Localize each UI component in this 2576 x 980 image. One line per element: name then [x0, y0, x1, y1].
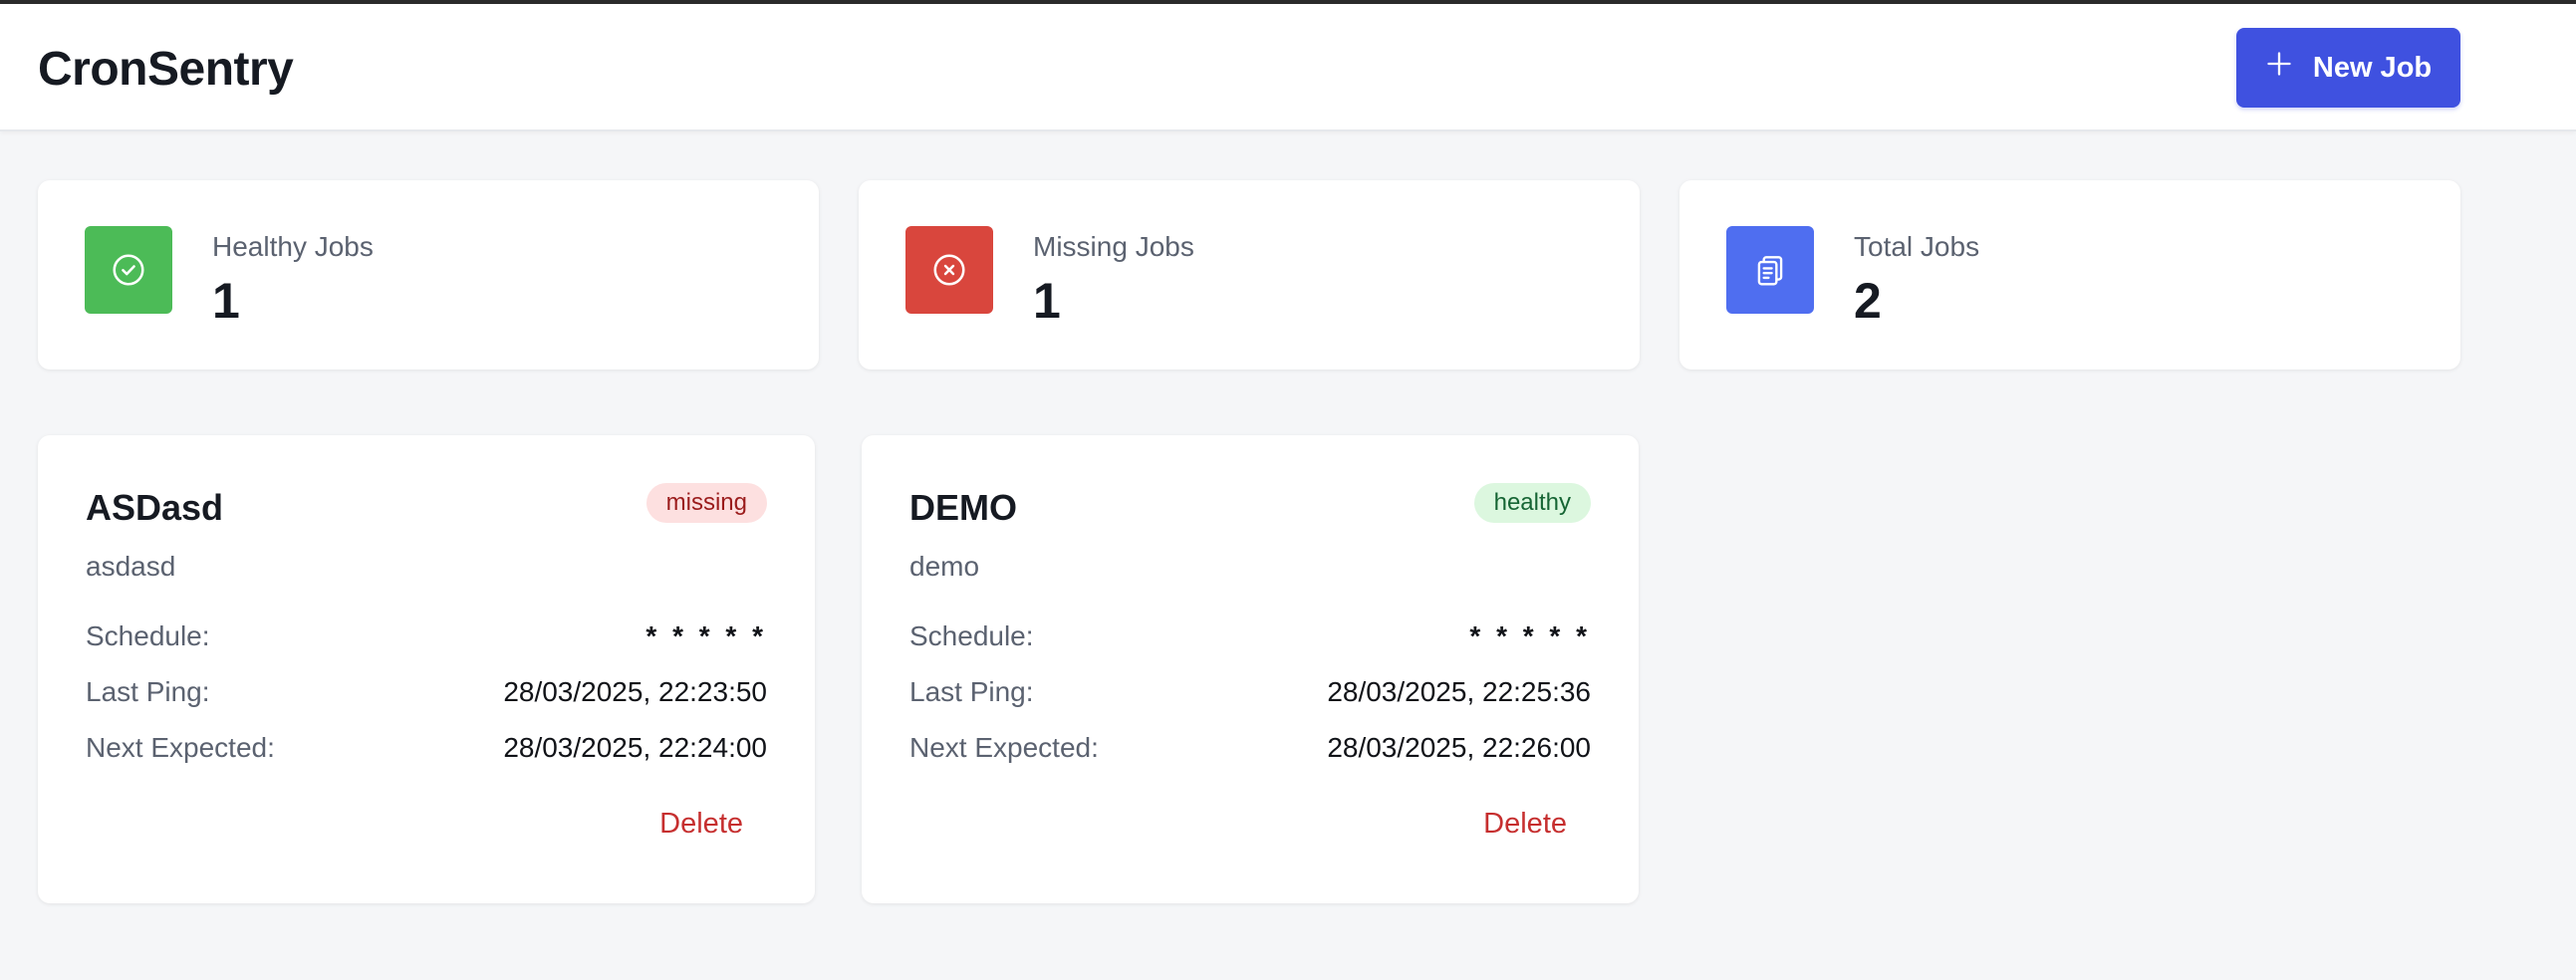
stat-card-total: Total Jobs 2 [1679, 180, 2460, 369]
last-ping-value: 28/03/2025, 22:23:50 [503, 676, 767, 707]
new-job-button-label: New Job [2312, 51, 2433, 84]
schedule-row: Schedule: * * * * * [86, 616, 767, 656]
delete-button[interactable]: Delete [1483, 808, 1567, 841]
delete-button[interactable]: Delete [659, 808, 743, 841]
schedule-value: * * * * * [645, 620, 767, 651]
job-name: ASDasd [86, 487, 224, 528]
job-description: asdasd [86, 551, 176, 582]
stat-value: 1 [1033, 273, 1061, 329]
schedule-row: Schedule: * * * * * [909, 616, 1591, 656]
status-badge: healthy [1473, 483, 1591, 523]
x-circle-icon [905, 226, 993, 314]
schedule-label: Schedule: [86, 620, 210, 651]
next-expected-value: 28/03/2025, 22:24:00 [503, 732, 767, 763]
last-ping-value: 28/03/2025, 22:25:36 [1327, 676, 1591, 707]
next-expected-label: Next Expected: [86, 732, 275, 763]
app-title: CronSentry [38, 43, 294, 96]
last-ping-row: Last Ping: 28/03/2025, 22:25:36 [909, 672, 1591, 712]
stat-card-healthy: Healthy Jobs 1 [38, 180, 819, 369]
last-ping-label: Last Ping: [86, 676, 210, 707]
app-header: CronSentry New Job [0, 4, 2576, 131]
job-description: demo [909, 551, 980, 582]
stat-value: 1 [212, 273, 240, 329]
schedule-value: * * * * * [1469, 620, 1591, 651]
stat-label: Missing Jobs [1033, 231, 1194, 262]
plus-icon [2265, 50, 2293, 86]
status-badge: missing [645, 483, 767, 523]
stat-label: Healthy Jobs [212, 231, 374, 262]
stat-label: Total Jobs [1854, 231, 1980, 262]
check-circle-icon [85, 226, 172, 314]
next-expected-value: 28/03/2025, 22:26:00 [1327, 732, 1591, 763]
new-job-button[interactable]: New Job [2236, 28, 2460, 108]
schedule-label: Schedule: [909, 620, 1034, 651]
clipboard-icon [1726, 226, 1814, 314]
next-expected-label: Next Expected: [909, 732, 1099, 763]
last-ping-row: Last Ping: 28/03/2025, 22:23:50 [86, 672, 767, 712]
job-name: DEMO [909, 487, 1017, 528]
job-card: DEMO healthy demo Schedule: * * * * * La… [862, 435, 1639, 903]
next-expected-row: Next Expected: 28/03/2025, 22:26:00 [909, 728, 1591, 768]
last-ping-label: Last Ping: [909, 676, 1034, 707]
next-expected-row: Next Expected: 28/03/2025, 22:24:00 [86, 728, 767, 768]
job-card: ASDasd missing asdasd Schedule: * * * * … [38, 435, 815, 903]
stat-card-missing: Missing Jobs 1 [859, 180, 1640, 369]
stat-value: 2 [1854, 273, 1882, 329]
